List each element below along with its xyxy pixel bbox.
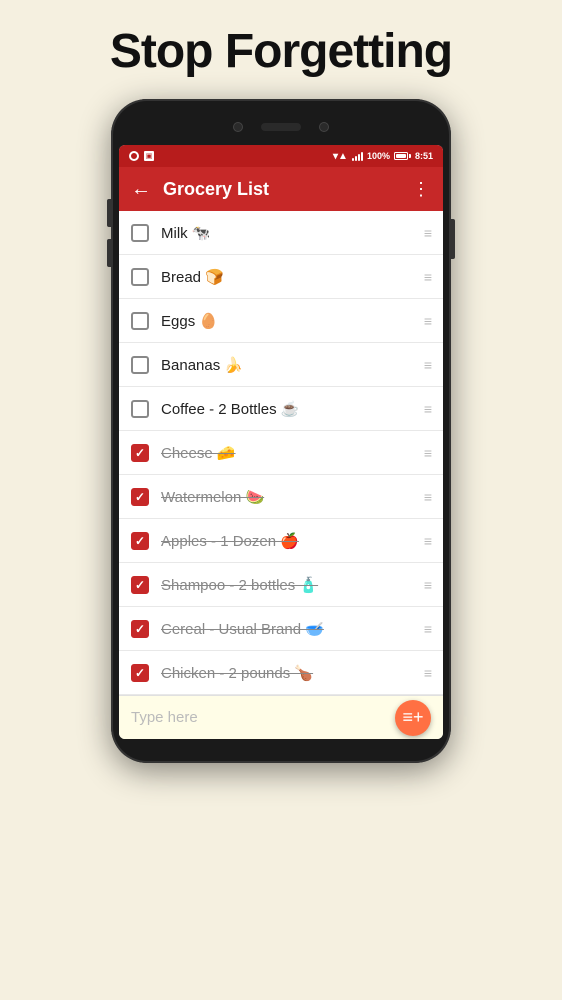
item-label: Bread 🍞 xyxy=(161,268,416,286)
sim-icon: ▣ xyxy=(144,151,154,161)
list-item: Milk 🐄 ≡ xyxy=(119,211,443,255)
earpiece xyxy=(261,123,301,131)
list-item: Bananas 🍌 ≡ xyxy=(119,343,443,387)
item-label: Watermelon 🍉 xyxy=(161,488,416,506)
item-label: Cereal - Usual Brand 🥣 xyxy=(161,620,416,638)
status-left-icons: ▣ xyxy=(129,151,154,161)
item-label: Shampoo - 2 bottles 🧴 xyxy=(161,576,416,594)
list-item: Coffee - 2 Bottles ☕ ≡ xyxy=(119,387,443,431)
item-checkbox[interactable] xyxy=(131,400,149,418)
grocery-list: Milk 🐄≡Bread 🍞≡Eggs 🥚≡Bananas 🍌≡Coffee -… xyxy=(119,211,443,695)
item-checkbox[interactable] xyxy=(131,312,149,330)
list-item: Bread 🍞 ≡ xyxy=(119,255,443,299)
drag-handle-icon[interactable]: ≡ xyxy=(424,665,431,681)
list-item: Shampoo - 2 bottles 🧴 ≡ xyxy=(119,563,443,607)
drag-handle-icon[interactable]: ≡ xyxy=(424,577,431,593)
list-item: Chicken - 2 pounds 🍗 ≡ xyxy=(119,651,443,695)
phone-top-bar xyxy=(119,113,443,141)
item-label: Eggs 🥚 xyxy=(161,312,416,330)
status-time: 8:51 xyxy=(415,151,433,161)
list-item: Apples - 1 Dozen 🍎 ≡ xyxy=(119,519,443,563)
list-item: Cheese 🧀 ≡ xyxy=(119,431,443,475)
notification-icon xyxy=(129,151,139,161)
list-item: Watermelon 🍉 ≡ xyxy=(119,475,443,519)
drag-handle-icon[interactable]: ≡ xyxy=(424,489,431,505)
sensor xyxy=(319,122,329,132)
drag-handle-icon[interactable]: ≡ xyxy=(424,269,431,285)
app-bar: ← Grocery List ⋮ xyxy=(119,167,443,211)
battery-percent: 100% xyxy=(367,151,390,161)
drag-handle-icon[interactable]: ≡ xyxy=(424,401,431,417)
item-checkbox[interactable] xyxy=(131,356,149,374)
wifi-icon: ▾▲ xyxy=(333,151,348,162)
item-checkbox[interactable] xyxy=(131,268,149,286)
item-label: Bananas 🍌 xyxy=(161,356,416,374)
drag-handle-icon[interactable]: ≡ xyxy=(424,225,431,241)
item-label: Coffee - 2 Bottles ☕ xyxy=(161,400,416,418)
item-checkbox[interactable] xyxy=(131,664,149,682)
signal-icon xyxy=(352,151,363,161)
more-options-button[interactable]: ⋮ xyxy=(412,179,431,200)
item-checkbox[interactable] xyxy=(131,620,149,638)
volume-up-button xyxy=(107,199,111,227)
list-item: Eggs 🥚 ≡ xyxy=(119,299,443,343)
phone-bottom xyxy=(119,739,443,749)
item-checkbox[interactable] xyxy=(131,488,149,506)
item-checkbox[interactable] xyxy=(131,576,149,594)
drag-handle-icon[interactable]: ≡ xyxy=(424,533,431,549)
item-checkbox[interactable] xyxy=(131,224,149,242)
status-bar: ▣ ▾▲ 100% 8:51 xyxy=(119,145,443,167)
drag-handle-icon[interactable]: ≡ xyxy=(424,357,431,373)
app-bar-title: Grocery List xyxy=(163,179,400,200)
status-right-icons: ▾▲ 100% 8:51 xyxy=(333,151,433,162)
phone-frame: ▣ ▾▲ 100% 8:51 ← Grocery xyxy=(111,99,451,763)
battery-icon xyxy=(394,152,411,160)
item-label: Apples - 1 Dozen 🍎 xyxy=(161,532,416,550)
item-label: Cheese 🧀 xyxy=(161,444,416,462)
item-checkbox[interactable] xyxy=(131,532,149,550)
list-item: Cereal - Usual Brand 🥣 ≡ xyxy=(119,607,443,651)
volume-down-button xyxy=(107,239,111,267)
front-camera xyxy=(233,122,243,132)
add-list-icon: ≡+ xyxy=(402,707,423,728)
drag-handle-icon[interactable]: ≡ xyxy=(424,621,431,637)
power-button xyxy=(451,219,455,259)
add-item-button[interactable]: ≡+ xyxy=(395,700,431,736)
input-bar: Type here ≡+ xyxy=(119,695,443,739)
drag-handle-icon[interactable]: ≡ xyxy=(424,445,431,461)
drag-handle-icon[interactable]: ≡ xyxy=(424,313,431,329)
phone-screen: ▣ ▾▲ 100% 8:51 ← Grocery xyxy=(119,145,443,739)
type-here-placeholder[interactable]: Type here xyxy=(131,709,395,726)
item-label: Chicken - 2 pounds 🍗 xyxy=(161,664,416,682)
item-checkbox[interactable] xyxy=(131,444,149,462)
page-headline: Stop Forgetting xyxy=(110,24,452,79)
item-label: Milk 🐄 xyxy=(161,224,416,242)
back-button[interactable]: ← xyxy=(131,178,151,201)
